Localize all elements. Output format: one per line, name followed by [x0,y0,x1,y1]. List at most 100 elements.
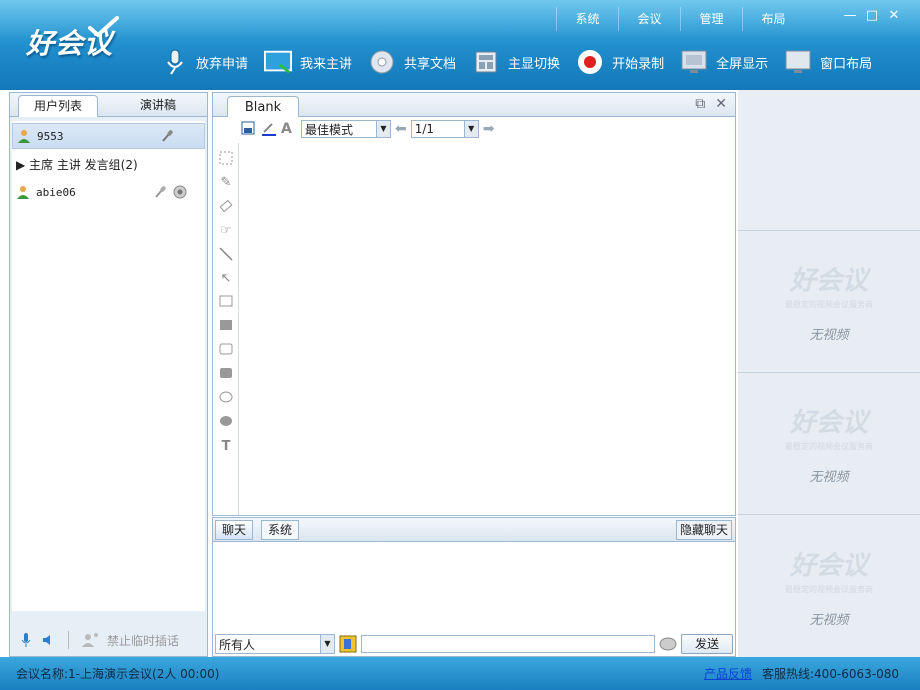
i-present-label: 我来主讲 [300,56,353,72]
menu-manage[interactable]: 管理 [680,7,742,31]
whiteboard-controls: ⧉ ✕ [695,96,727,112]
text-tool-icon[interactable]: T [218,439,234,455]
fullscreen-button[interactable]: 全屏显示 [680,44,768,80]
line-icon[interactable] [218,247,234,263]
close-icon[interactable]: ✕ [886,8,902,24]
arrow-icon[interactable]: ↖ [218,271,234,287]
video-slogan: 最稳定的视频会议服务商 [785,442,873,451]
camera-icon[interactable] [173,185,187,199]
font-color-icon[interactable] [339,635,357,653]
pencil-icon[interactable]: ✎ [218,175,234,191]
chat-tabs: 聊天 系统 隐藏聊天 [213,518,735,542]
presenter-screen-icon [264,48,293,76]
no-video-label: 无视频 [809,470,849,485]
mic-volume-icon[interactable] [20,632,32,648]
rectangle-icon[interactable] [218,295,234,311]
feedback-link[interactable]: 产品反馈 [704,665,752,682]
emoji-icon[interactable] [659,635,677,653]
tab-blank[interactable]: Blank [227,96,299,117]
chat-input-bar: 所有人 ▼ 发送 [213,632,735,656]
window-layout-button[interactable]: 窗口布局 [784,44,872,80]
chevron-down-icon: ▼ [320,635,334,653]
menu-layout[interactable]: 布局 [742,7,804,31]
video-logo: 好会议 [789,550,868,581]
tab-chat[interactable]: 聊天 [215,520,254,540]
user-panel-footer: 禁止临时插话 [10,623,207,657]
text-style-icon[interactable]: A [281,121,297,137]
user-panel-tabs: 用户列表 演讲稿 [10,93,207,117]
share-document-icon [368,48,396,76]
minimize-icon[interactable]: — [842,8,858,24]
video-logo: 好会议 [789,266,868,296]
video-slogan: 最稳定的视频会议服务商 [785,300,873,309]
recipient-select[interactable]: 所有人 ▼ [215,634,335,654]
user-list: 9553 ▶ 主席 主讲 发言组(2) abie06 [12,121,205,611]
give-up-request-label: 放弃申请 [196,56,249,72]
prev-page-icon[interactable]: ⬅ [395,121,407,137]
user-row[interactable]: abie06 [12,179,205,205]
microphone-icon[interactable] [160,129,174,143]
share-document-button[interactable]: 共享文档 [368,44,456,80]
page-select[interactable]: 1/1 ▼ [410,120,479,138]
tab-system[interactable]: 系统 [261,520,300,540]
no-video-label: 无视频 [809,612,849,628]
group-row[interactable]: ▶ 主席 主讲 发言组(2) [12,151,205,177]
no-video-label: 无视频 [809,328,849,343]
popout-icon[interactable]: ⧉ [695,96,705,112]
filled-ellipse-icon[interactable] [218,415,234,431]
send-button[interactable]: 发送 [681,634,733,654]
status-bar: 会议名称:1-上海演示会议(2人 00:00) 产品反馈 客服热线:400-60… [0,657,920,690]
main-display-switch-label: 主显切换 [508,56,561,72]
interrupt-icon [82,633,98,647]
give-up-request-button[interactable]: 放弃申请 [160,44,248,80]
speaker-icon[interactable] [42,633,56,647]
microphone-icon[interactable] [153,185,167,199]
whiteboard-toolbar: A 最佳模式 ▼ ⬅ 1/1 ▼ ➡ [213,117,735,141]
chat-input[interactable] [361,635,655,653]
tab-user-list[interactable]: 用户列表 [18,95,98,117]
chevron-down-icon: ▼ [463,121,478,137]
tab-speech-notes[interactable]: 演讲稿 [118,95,198,117]
menu-system[interactable]: 系统 [556,7,618,31]
i-present-button[interactable]: 我来主讲 [264,44,352,80]
user-name: abie06 [36,185,76,199]
filled-rectangle-icon[interactable] [218,319,234,335]
user-name: 9553 [37,129,64,143]
select-rect-icon[interactable] [218,151,234,167]
video-slot: 好会议 最稳定的视频会议服务商 无视频 [738,230,920,372]
video-slot: 好会议 最稳定的视频会议服务商 无视频 [738,372,920,514]
record-icon [576,48,604,76]
start-recording-label: 开始录制 [612,56,665,72]
pen-color-icon[interactable] [261,121,277,137]
close-icon[interactable]: ✕ [715,96,727,112]
hide-chat-button[interactable]: 隐藏聊天 [675,520,732,540]
whiteboard-panel: Blank ⧉ ✕ A 最佳模式 ▼ ⬅ 1/1 ▼ ➡ ✎ ☞ ↖ T [212,92,736,516]
eraser-icon[interactable] [218,199,234,215]
window-layout-label: 窗口布局 [820,56,873,72]
zoom-mode-select[interactable]: 最佳模式 ▼ [301,120,391,138]
user-icon [17,186,29,199]
forbid-interrupt-button[interactable]: 禁止临时插话 [107,632,179,649]
main-toolbar: 放弃申请 我来主讲 共享文档 主显切换 开始录制 全屏显示 窗口布局 [160,44,888,80]
pointer-hand-icon[interactable]: ☞ [218,223,234,239]
recipient-value: 所有人 [219,637,256,652]
layout-switch-icon [472,48,500,76]
video-slot-main [738,90,920,230]
ellipse-icon[interactable] [218,391,234,407]
video-slot: 好会议 最稳定的视频会议服务商 无视频 [738,514,920,657]
hotline-text: 客服热线:400-6063-080 [762,667,900,681]
fullscreen-label: 全屏显示 [716,56,769,72]
user-panel: 用户列表 演讲稿 9553 ▶ 主席 主讲 发言组(2) abie06 禁止临时… [9,92,208,657]
rounded-rectangle-icon[interactable] [218,343,234,359]
window-layout-icon [784,48,812,76]
fullscreen-icon [680,48,708,76]
main-display-switch-button[interactable]: 主显切换 [472,44,560,80]
maximize-icon[interactable]: □ [864,8,880,24]
filled-rounded-rectangle-icon[interactable] [218,367,234,383]
save-icon[interactable] [241,121,257,137]
divider [68,631,69,649]
next-page-icon[interactable]: ➡ [483,121,495,137]
user-row[interactable]: 9553 [12,123,205,149]
start-recording-button[interactable]: 开始录制 [576,44,664,80]
menu-meeting[interactable]: 会议 [618,7,680,31]
